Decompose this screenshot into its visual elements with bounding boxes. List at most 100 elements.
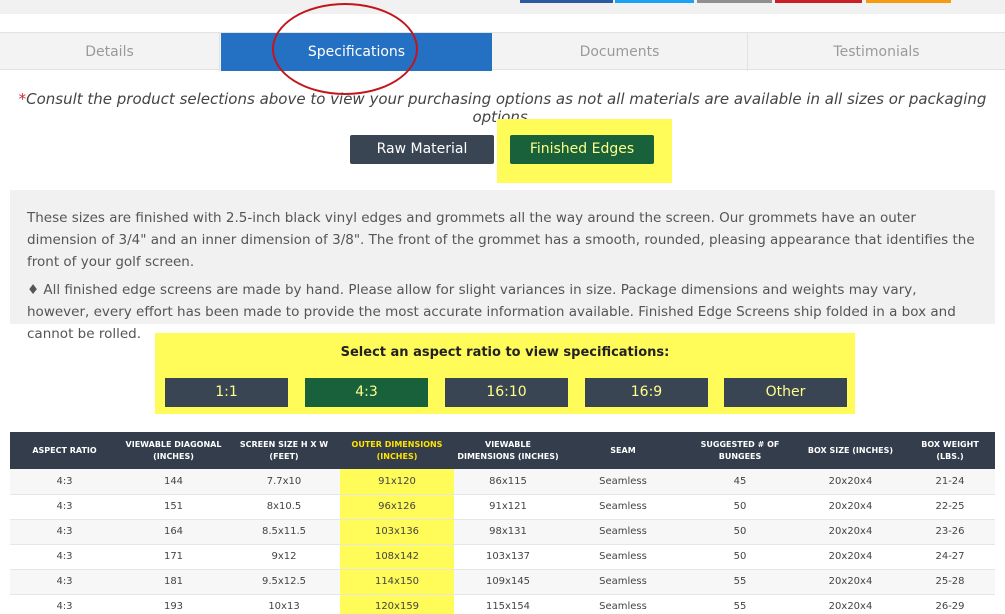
table-cell: 144 — [119, 469, 228, 495]
specifications-table: ASPECT RATIO VIEWABLE DIAGONAL (INCHES) SCR… — [10, 432, 995, 614]
column-header-line: VIEWABLE — [485, 439, 531, 449]
table-cell: 45 — [684, 469, 796, 495]
table-cell: 4:3 — [10, 544, 119, 570]
column-header-line: SEAM — [610, 445, 636, 455]
share-button-5[interactable] — [866, 0, 951, 3]
column-header-line: BOX WEIGHT (LBS.) — [921, 439, 979, 461]
table-cell: 20x20x4 — [796, 469, 905, 495]
table-cell: 91x120 — [340, 469, 454, 495]
table-cell: 20x20x4 — [796, 544, 905, 570]
aspect-16-10-button[interactable]: 16:10 — [445, 378, 568, 407]
table-cell: 115x154 — [454, 594, 562, 614]
share-button-1[interactable] — [520, 0, 613, 3]
column-header: ASPECT RATIO — [10, 432, 119, 469]
column-header: SCREEN SIZE H X W (FEET) — [228, 432, 340, 469]
table-row: 4:3 164 8.5x11.5 103x136 98x131 Seamless 50 20x… — [10, 519, 995, 545]
table-cell: 20x20x4 — [796, 569, 905, 595]
tab-testimonials[interactable]: Testimonials — [748, 33, 1005, 71]
table-cell: Seamless — [562, 544, 684, 570]
aspect-16-9-button[interactable]: 16:9 — [585, 378, 708, 407]
table-cell: 181 — [119, 569, 228, 595]
aspect-other-button[interactable]: Other — [724, 378, 847, 407]
table-cell: 9x12 — [228, 544, 340, 570]
table-cell: 50 — [684, 519, 796, 545]
column-header: VIEWABLE DIAGONAL (INCHES) — [119, 432, 228, 469]
table-cell: 108x142 — [340, 544, 454, 570]
share-button-2[interactable] — [615, 0, 694, 3]
aspect-4-3-button[interactable]: 4:3 — [305, 378, 428, 407]
table-cell: 4:3 — [10, 569, 119, 595]
notice-asterisk: * — [18, 90, 27, 108]
table-cell: 171 — [119, 544, 228, 570]
table-cell: 24-27 — [905, 544, 995, 570]
column-header-line: ASPECT RATIO — [32, 445, 97, 455]
table-row: 4:3 171 9x12 108x142 103x137 Seamless 50 20x20x… — [10, 544, 995, 570]
annotation-circle — [272, 3, 418, 95]
tab-documents[interactable]: Documents — [492, 33, 748, 71]
table-cell: 193 — [119, 594, 228, 614]
table-cell: 86x115 — [454, 469, 562, 495]
column-header: BOX WEIGHT (LBS.) — [905, 432, 995, 469]
raw-material-button[interactable]: Raw Material — [350, 135, 494, 164]
table-body: 4:3 144 7.7x10 91x120 86x115 Seamless 45 20x20x… — [10, 469, 995, 614]
column-header: BOX SIZE (INCHES) — [796, 432, 905, 469]
table-cell: 22-25 — [905, 494, 995, 520]
aspect-ratio-title: Select an aspect ratio to view specifica… — [340, 345, 670, 360]
column-header-line: VIEWABLE DIAGONAL — [125, 439, 222, 449]
table-row: 4:3 193 10x13 120x159 115x154 Seamless 55 20x20… — [10, 594, 995, 614]
table-cell: Seamless — [562, 519, 684, 545]
table-cell: 20x20x4 — [796, 519, 905, 545]
table-cell: 8.5x11.5 — [228, 519, 340, 545]
table-cell: 10x13 — [228, 594, 340, 614]
table-cell: 55 — [684, 569, 796, 595]
tab-bar: Details Specifications Documents Testimo… — [0, 32, 1005, 71]
finished-edges-button[interactable]: Finished Edges — [510, 135, 654, 164]
table-cell: 21-24 — [905, 469, 995, 495]
column-header: SEAM — [562, 432, 684, 469]
share-button-4[interactable] — [775, 0, 862, 3]
table-cell: 96x126 — [340, 494, 454, 520]
table-cell: 7.7x10 — [228, 469, 340, 495]
column-header: VIEWABLE DIMENSIONS (INCHES) — [454, 432, 562, 469]
table-cell: 4:3 — [10, 519, 119, 545]
column-header: SUGGESTED # OF BUNGEES — [684, 432, 796, 469]
table-cell: 164 — [119, 519, 228, 545]
column-header-line: DIMENSIONS (INCHES) — [457, 451, 559, 461]
table-cell: 50 — [684, 544, 796, 570]
table-cell: 103x136 — [340, 519, 454, 545]
table-cell: 120x159 — [340, 594, 454, 614]
table-header-row: ASPECT RATIO VIEWABLE DIAGONAL (INCHES) SCR… — [10, 432, 995, 469]
table-cell: 23-26 — [905, 519, 995, 545]
table-cell: 8x10.5 — [228, 494, 340, 520]
table-cell: 4:3 — [10, 494, 119, 520]
column-header-line: (INCHES) — [153, 451, 194, 461]
table-cell: 103x137 — [454, 544, 562, 570]
aspect-1-1-button[interactable]: 1:1 — [165, 378, 288, 407]
table-cell: 114x150 — [340, 569, 454, 595]
table-row: 4:3 144 7.7x10 91x120 86x115 Seamless 45 20x20x… — [10, 469, 995, 495]
tab-details[interactable]: Details — [0, 33, 220, 71]
column-header-line: SCREEN SIZE H X W — [239, 439, 329, 449]
table-cell: Seamless — [562, 469, 684, 495]
column-header-line: BOX SIZE (INCHES) — [807, 445, 894, 455]
description-paragraph: These sizes are finished with 2.5-inch b… — [27, 210, 975, 270]
column-header-line: (INCHES) — [376, 451, 418, 461]
column-header-line: (FEET) — [269, 451, 299, 461]
table-cell: 55 — [684, 594, 796, 614]
column-header: OUTER DIMENSIONS (INCHES) — [340, 432, 454, 469]
table-cell: 98x131 — [454, 519, 562, 545]
table-cell: Seamless — [562, 569, 684, 595]
table-cell: 91x121 — [454, 494, 562, 520]
table-cell: 9.5x12.5 — [228, 569, 340, 595]
share-button-3[interactable] — [697, 0, 772, 3]
table-cell: Seamless — [562, 594, 684, 614]
aspect-ratio-selector: Select an aspect ratio to view specifica… — [155, 333, 855, 414]
table-cell: Seamless — [562, 494, 684, 520]
description-panel: These sizes are finished with 2.5-inch b… — [10, 190, 995, 342]
column-header-line: BUNGEES — [718, 451, 762, 461]
column-header-line: OUTER DIMENSIONS — [351, 439, 443, 449]
table-cell: 50 — [684, 494, 796, 520]
table-row: 4:3 151 8x10.5 96x126 91x121 Seamless 50 20x20x… — [10, 494, 995, 520]
table-cell: 26-29 — [905, 594, 995, 614]
table-cell: 151 — [119, 494, 228, 520]
